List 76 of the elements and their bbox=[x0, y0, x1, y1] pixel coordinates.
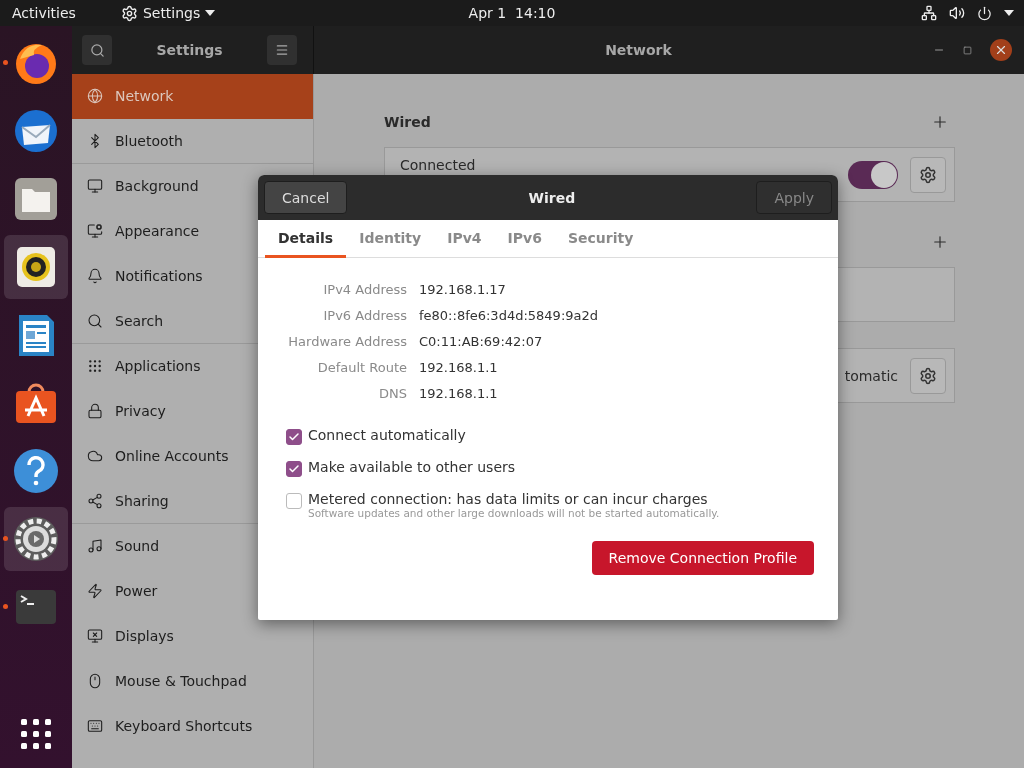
sidebar-item-icon bbox=[87, 493, 103, 509]
help-icon[interactable] bbox=[12, 447, 60, 495]
sidebar-item[interactable]: Network bbox=[72, 74, 313, 119]
network-icon[interactable] bbox=[921, 5, 937, 21]
status-text: tomatic bbox=[844, 367, 898, 384]
close-icon bbox=[994, 43, 1008, 57]
app-menu-button[interactable]: Settings bbox=[142, 5, 201, 21]
folder-icon[interactable] bbox=[12, 175, 60, 223]
detail-value: 192.168.1.1 bbox=[419, 386, 499, 401]
section-heading: Wired bbox=[384, 114, 431, 130]
detail-label: IPv4 Address bbox=[322, 282, 407, 297]
sidebar-item-icon bbox=[87, 583, 103, 599]
checkbox[interactable] bbox=[286, 493, 302, 509]
gear-icon bbox=[919, 165, 937, 184]
sidebar-item-icon bbox=[87, 718, 103, 734]
settings-icon[interactable] bbox=[12, 515, 60, 563]
check-icon bbox=[288, 463, 300, 475]
sidebar-item-icon bbox=[87, 673, 103, 689]
sidebar-item[interactable]: Mouse & Touchpad bbox=[72, 659, 313, 704]
checkbox-label: Connect automatically bbox=[308, 427, 466, 443]
checkbox-label: Make available to other users bbox=[308, 459, 516, 475]
add-icon[interactable] bbox=[931, 233, 949, 251]
sidebar-item[interactable]: Power bbox=[72, 569, 313, 614]
dialog-title: Wired bbox=[528, 189, 576, 206]
caret-icon bbox=[205, 10, 216, 16]
detail-label: DNS bbox=[378, 386, 407, 401]
running-dot bbox=[3, 60, 8, 65]
checkbox[interactable] bbox=[286, 429, 302, 445]
sidebar-item[interactable]: Keyboard Shortcuts bbox=[72, 704, 313, 749]
close-button[interactable] bbox=[990, 39, 1012, 61]
status-text: Connected bbox=[400, 156, 476, 173]
gear-icon bbox=[919, 366, 937, 385]
cancel-button[interactable]: Cancel bbox=[264, 181, 348, 214]
detail-value: fe80::8fe6:3d4d:5849:9a2d bbox=[419, 308, 600, 323]
sidebar-item-icon bbox=[87, 178, 103, 194]
activities-button[interactable]: Activities bbox=[12, 5, 76, 21]
detail-label: Default Route bbox=[316, 360, 407, 375]
volume-icon[interactable] bbox=[949, 5, 965, 21]
sidebar-item-icon bbox=[87, 268, 103, 284]
tab[interactable]: Details bbox=[265, 220, 347, 258]
running-dot bbox=[3, 536, 8, 541]
sidebar-item-icon bbox=[87, 538, 103, 554]
sidebar-item[interactable]: Sound bbox=[72, 524, 313, 569]
settings-button[interactable] bbox=[910, 156, 946, 193]
sidebar-item-icon bbox=[87, 448, 103, 464]
toggle-switch[interactable] bbox=[848, 160, 898, 189]
sidebar-item-icon bbox=[87, 223, 103, 239]
checkbox[interactable] bbox=[286, 461, 302, 477]
remove-button[interactable]: Remove Connection Profile bbox=[591, 541, 814, 575]
settings-button[interactable] bbox=[910, 357, 946, 394]
sidebar-item-icon bbox=[87, 628, 103, 644]
check-icon bbox=[288, 431, 300, 443]
detail-label: IPv6 Address bbox=[322, 308, 407, 323]
sidebar-item-icon bbox=[87, 88, 103, 104]
search-button[interactable] bbox=[82, 35, 112, 65]
sidebar-item-icon bbox=[87, 403, 103, 419]
detail-value: C0:11:AB:69:42:07 bbox=[419, 334, 544, 349]
menu-button[interactable] bbox=[267, 35, 297, 65]
app-grid-icon[interactable] bbox=[20, 718, 52, 750]
power-icon[interactable] bbox=[977, 5, 992, 21]
clock[interactable]: Apr 1 14:10 bbox=[468, 5, 556, 21]
maximize-icon[interactable] bbox=[963, 45, 972, 55]
sidebar-item[interactable]: Displays bbox=[72, 614, 313, 659]
sidebar-item[interactable]: Bluetooth bbox=[72, 119, 313, 164]
sidebar-title: Settings bbox=[156, 42, 223, 58]
menu-icon bbox=[275, 43, 289, 57]
detail-value: 192.168.1.17 bbox=[419, 282, 507, 297]
search-icon bbox=[89, 42, 105, 58]
add-icon[interactable] bbox=[931, 113, 949, 131]
detail-value: 192.168.1.1 bbox=[419, 360, 499, 375]
window-title: Network bbox=[604, 42, 673, 58]
sidebar-item-icon bbox=[87, 313, 103, 329]
sidebar-item-icon bbox=[87, 358, 103, 374]
caret-icon[interactable] bbox=[1004, 10, 1014, 16]
settings-icon bbox=[120, 4, 138, 22]
running-dot bbox=[3, 604, 8, 609]
